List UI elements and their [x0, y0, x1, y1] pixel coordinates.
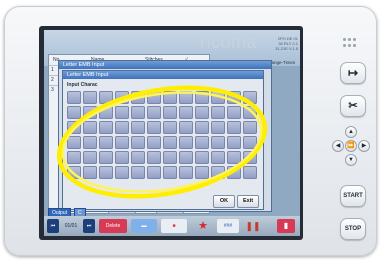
enter-arrow-icon[interactable]: ↦	[340, 62, 366, 84]
scissors-icon[interactable]: ✂	[340, 95, 366, 117]
annotation-stroke	[61, 91, 263, 193]
fast-forward-icon[interactable]: ⏩	[345, 140, 357, 152]
stop-button[interactable]: STOP	[340, 218, 366, 240]
arrow-right-icon[interactable]: ▶	[358, 140, 370, 152]
start-button[interactable]: START	[340, 185, 366, 207]
arrow-up-icon[interactable]: ▲	[345, 126, 357, 138]
arrow-left-icon[interactable]: ◀	[332, 140, 344, 152]
direction-pad: ▲ ◀ ⏩ ▶ ▼	[324, 126, 380, 176]
arrow-down-icon[interactable]: ▼	[345, 154, 357, 166]
touch-screen: ricoma 2PO DE 01 30 RLY 2.1 31.21E V.1.5…	[44, 30, 300, 236]
yellow-annotation-circle	[56, 85, 268, 199]
speaker-grill-icon	[343, 38, 356, 48]
